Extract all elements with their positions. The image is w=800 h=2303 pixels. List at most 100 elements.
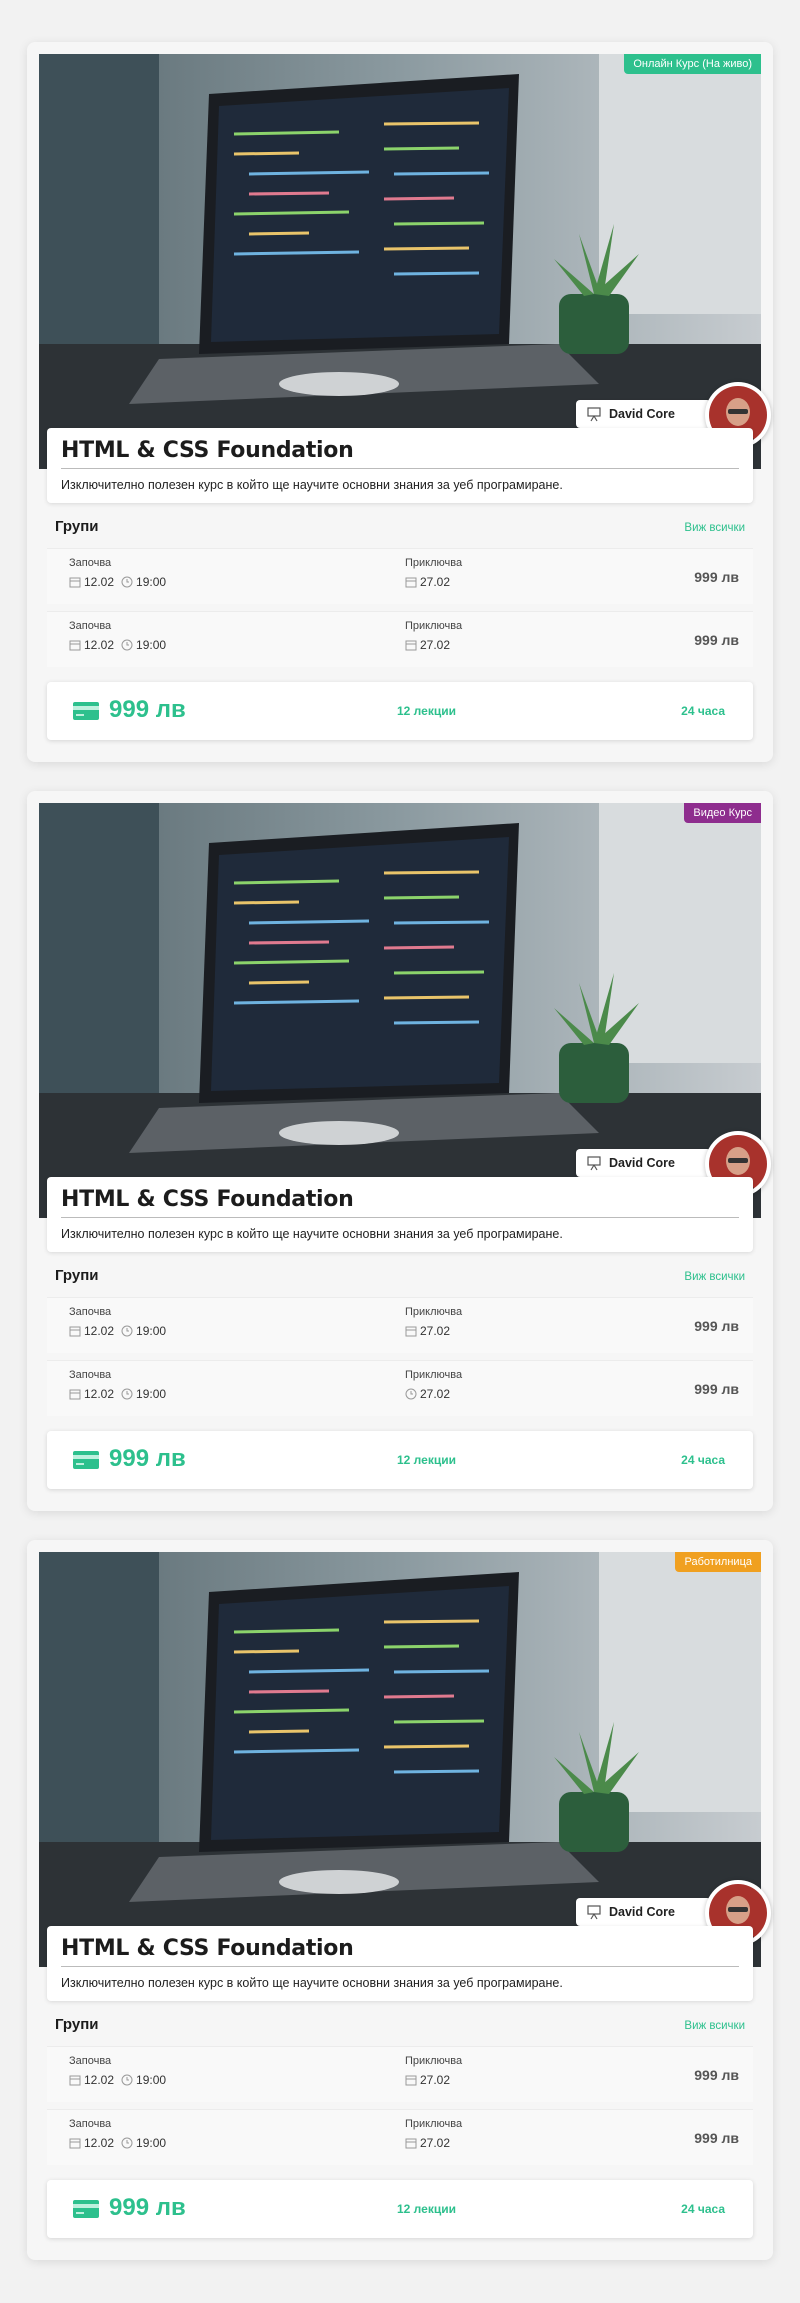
start-label: Започва bbox=[69, 2055, 112, 2067]
course-price: 999 лв bbox=[109, 1445, 186, 1472]
lectures-count: 12 лекции bbox=[397, 2202, 456, 2216]
clock-icon bbox=[121, 2137, 133, 2149]
group-row[interactable]: Започва 12.02 19:00 Приключва 27.02 999 … bbox=[47, 611, 753, 667]
end-date: 27.02 bbox=[420, 638, 451, 652]
start-time: 19:00 bbox=[136, 2073, 167, 2087]
calendar-icon bbox=[405, 640, 417, 651]
end-label: Приключва bbox=[405, 557, 463, 569]
group-row[interactable]: Започва 12.02 19:00 Приключва 27.02 999 … bbox=[47, 1297, 753, 1353]
instructor-tag[interactable]: David Core bbox=[576, 400, 711, 428]
groups-header: Групи Виж всички bbox=[55, 2016, 745, 2036]
lectures-count: 12 лекции bbox=[397, 704, 456, 718]
start-label: Започва bbox=[69, 1306, 112, 1318]
start-label: Започва bbox=[69, 557, 112, 569]
end-label: Приключва bbox=[405, 620, 463, 632]
start-value: 12.02 19:00 bbox=[69, 2136, 166, 2150]
calendar-icon bbox=[405, 577, 417, 588]
start-value: 12.02 19:00 bbox=[69, 2073, 166, 2087]
start-date: 12.02 bbox=[84, 575, 115, 589]
group-price: 999 лв bbox=[694, 632, 739, 648]
teacher-board-icon bbox=[587, 1156, 601, 1171]
view-all-link[interactable]: Виж всички bbox=[684, 522, 745, 534]
end-date: 27.02 bbox=[420, 1324, 451, 1338]
groups-header: Групи Виж всички bbox=[55, 1267, 745, 1287]
end-label: Приключва bbox=[405, 1306, 463, 1318]
end-date: 27.02 bbox=[420, 575, 451, 589]
divider bbox=[61, 1966, 739, 1967]
course-price: 999 лв bbox=[109, 696, 186, 723]
credit-card-icon bbox=[73, 1451, 99, 1469]
start-time: 19:00 bbox=[136, 1324, 167, 1338]
view-all-link[interactable]: Виж всички bbox=[684, 1271, 745, 1283]
instructor-tag[interactable]: David Core bbox=[576, 1898, 711, 1926]
credit-card-icon bbox=[73, 702, 99, 720]
end-value: 27.02 bbox=[405, 575, 450, 589]
start-time: 19:00 bbox=[136, 2136, 167, 2150]
calendar-icon bbox=[69, 2138, 81, 2149]
instructor-name: David Core bbox=[609, 1905, 675, 1919]
lectures-count: 12 лекции bbox=[397, 1453, 456, 1467]
price-bar[interactable]: 999 лв 12 лекции 24 часа bbox=[47, 1431, 753, 1489]
course-type-badge: Онлайн Курс (На живо) bbox=[624, 54, 761, 74]
end-value: 27.02 bbox=[405, 1387, 450, 1401]
divider bbox=[61, 1217, 739, 1218]
calendar-icon bbox=[69, 640, 81, 651]
course-title[interactable]: HTML & CSS Foundation bbox=[61, 1936, 354, 1961]
group-row[interactable]: Започва 12.02 19:00 Приключва 27.02 999 … bbox=[47, 548, 753, 604]
course-type-badge: Видео Курс bbox=[684, 803, 761, 823]
course-title[interactable]: HTML & CSS Foundation bbox=[61, 1187, 354, 1212]
start-value: 12.02 19:00 bbox=[69, 575, 166, 589]
end-value: 27.02 bbox=[405, 638, 450, 652]
groups-title: Групи bbox=[55, 518, 99, 535]
instructor-name: David Core bbox=[609, 1156, 675, 1170]
course-card[interactable]: Работилница David Core HTML & CSS Founda… bbox=[27, 1540, 773, 2260]
start-date: 12.02 bbox=[84, 1324, 115, 1338]
clock-icon bbox=[121, 639, 133, 651]
start-label: Започва bbox=[69, 1369, 112, 1381]
calendar-icon bbox=[405, 1326, 417, 1337]
teacher-board-icon bbox=[587, 1905, 601, 1920]
course-description: Изключително полезен курс в който ще нау… bbox=[61, 478, 563, 492]
course-info: HTML & CSS Foundation Изключително полез… bbox=[47, 1926, 753, 2001]
group-row[interactable]: Започва 12.02 19:00 Приключва 27.02 999 … bbox=[47, 2046, 753, 2102]
start-date: 12.02 bbox=[84, 2136, 115, 2150]
group-row[interactable]: Започва 12.02 19:00 Приключва 27.02 999 … bbox=[47, 1360, 753, 1416]
course-title[interactable]: HTML & CSS Foundation bbox=[61, 438, 354, 463]
group-price: 999 лв bbox=[694, 569, 739, 585]
clock-icon bbox=[121, 576, 133, 588]
groups-title: Групи bbox=[55, 2016, 99, 2033]
start-time: 19:00 bbox=[136, 1387, 167, 1401]
hours-count: 24 часа bbox=[681, 2202, 725, 2216]
end-value: 27.02 bbox=[405, 2136, 450, 2150]
course-card[interactable]: Онлайн Курс (На живо) David Core HTML & … bbox=[27, 42, 773, 762]
calendar-icon bbox=[69, 577, 81, 588]
hours-count: 24 часа bbox=[681, 1453, 725, 1467]
instructor-tag[interactable]: David Core bbox=[576, 1149, 711, 1177]
calendar-icon bbox=[69, 1326, 81, 1337]
start-time: 19:00 bbox=[136, 638, 167, 652]
course-price: 999 лв bbox=[109, 2194, 186, 2221]
end-date: 27.02 bbox=[420, 2073, 451, 2087]
price-bar[interactable]: 999 лв 12 лекции 24 часа bbox=[47, 682, 753, 740]
groups-header: Групи Виж всички bbox=[55, 518, 745, 538]
calendar-icon bbox=[69, 1389, 81, 1400]
view-all-link[interactable]: Виж всички bbox=[684, 2020, 745, 2032]
clock-icon bbox=[121, 1325, 133, 1337]
group-price: 999 лв bbox=[694, 2067, 739, 2083]
group-row[interactable]: Започва 12.02 19:00 Приключва 27.02 999 … bbox=[47, 2109, 753, 2165]
course-type-badge: Работилница bbox=[675, 1552, 761, 1572]
end-value: 27.02 bbox=[405, 1324, 450, 1338]
calendar-icon bbox=[69, 2075, 81, 2086]
price-bar[interactable]: 999 лв 12 лекции 24 часа bbox=[47, 2180, 753, 2238]
course-card[interactable]: Видео Курс David Core HTML & CSS Foundat… bbox=[27, 791, 773, 1511]
calendar-icon bbox=[405, 2138, 417, 2149]
start-value: 12.02 19:00 bbox=[69, 1324, 166, 1338]
start-date: 12.02 bbox=[84, 638, 115, 652]
teacher-board-icon bbox=[587, 407, 601, 422]
end-date: 27.02 bbox=[420, 2136, 451, 2150]
hours-count: 24 часа bbox=[681, 704, 725, 718]
course-description: Изключително полезен курс в който ще нау… bbox=[61, 1227, 563, 1241]
calendar-icon bbox=[405, 2075, 417, 2086]
start-label: Започва bbox=[69, 620, 112, 632]
credit-card-icon bbox=[73, 2200, 99, 2218]
